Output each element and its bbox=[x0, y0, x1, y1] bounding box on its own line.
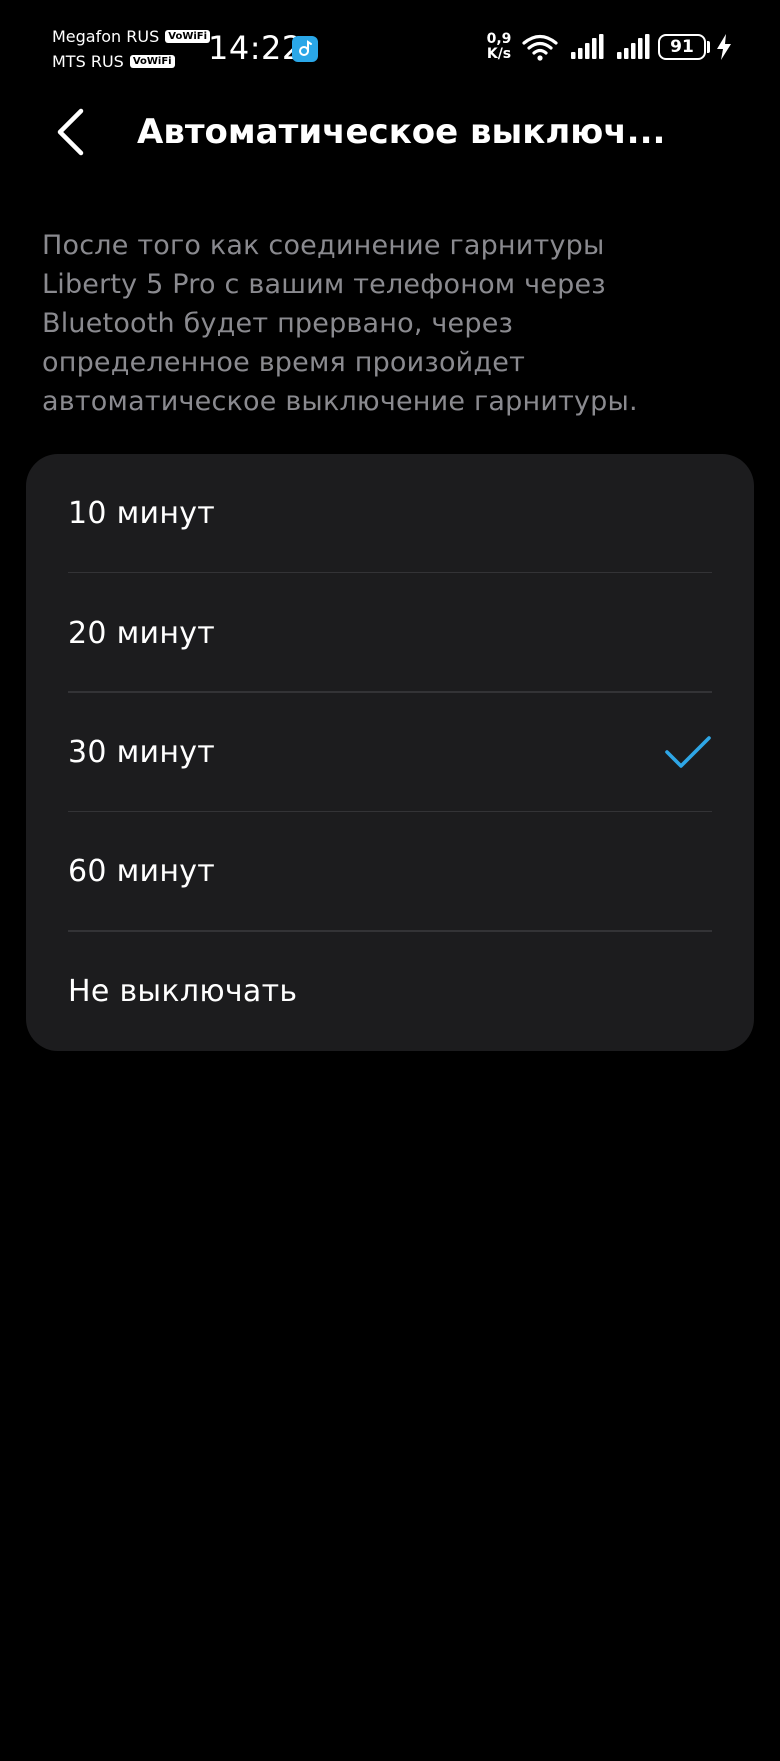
page-title: Автоматическое выключ... bbox=[137, 112, 666, 152]
option-30-min[interactable]: 30 минут bbox=[26, 693, 754, 813]
vowifi-badge: VoWiFi bbox=[165, 30, 211, 43]
charging-bolt-icon bbox=[717, 34, 731, 60]
network-speed-value: 0,9 bbox=[486, 31, 512, 47]
status-bar: Megafon RUS VoWiFi MTS RUS VoWiFi 14:22 … bbox=[0, 0, 780, 96]
carrier-row-1: Megafon RUS VoWiFi bbox=[52, 24, 211, 49]
battery-icon: 91 bbox=[658, 34, 706, 60]
carrier-row-2: MTS RUS VoWiFi bbox=[52, 49, 210, 74]
battery-level: 91 bbox=[670, 37, 694, 57]
option-10-min[interactable]: 10 минут bbox=[26, 454, 754, 574]
option-label: 30 минут bbox=[68, 734, 216, 770]
checkmark-icon bbox=[665, 736, 711, 769]
battery-cap bbox=[707, 41, 710, 53]
option-label: 60 минут bbox=[68, 854, 216, 890]
wifi-icon bbox=[522, 34, 558, 61]
description-text: После того как соединение гарнитуры Libe… bbox=[42, 230, 638, 417]
carrier-name-1: Megafon RUS bbox=[52, 27, 160, 46]
carrier-info: Megafon RUS VoWiFi MTS RUS VoWiFi bbox=[52, 24, 211, 74]
option-label: Не выключать bbox=[68, 973, 298, 1009]
carrier-name-2: MTS RUS bbox=[52, 52, 124, 71]
auto-off-options-list: 10 минут 20 минут 30 минут 60 минут Не в… bbox=[26, 454, 754, 1051]
option-20-min[interactable]: 20 минут bbox=[26, 573, 754, 693]
option-label: 10 минут bbox=[68, 496, 216, 532]
vowifi-badge: VoWiFi bbox=[129, 55, 175, 68]
signal-icon bbox=[617, 34, 650, 59]
signal-icon bbox=[571, 34, 604, 59]
chevron-left-icon bbox=[57, 108, 84, 156]
network-speed-unit: K/s bbox=[486, 46, 512, 62]
option-never[interactable]: Не выключать bbox=[26, 932, 754, 1051]
app-notification-icon bbox=[292, 36, 318, 62]
network-speed: 0,9 K/s bbox=[484, 32, 514, 62]
option-60-min[interactable]: 60 минут bbox=[26, 812, 754, 932]
back-button[interactable] bbox=[40, 100, 100, 164]
option-label: 20 минут bbox=[68, 615, 216, 651]
status-clock: 14:22 bbox=[208, 29, 303, 67]
